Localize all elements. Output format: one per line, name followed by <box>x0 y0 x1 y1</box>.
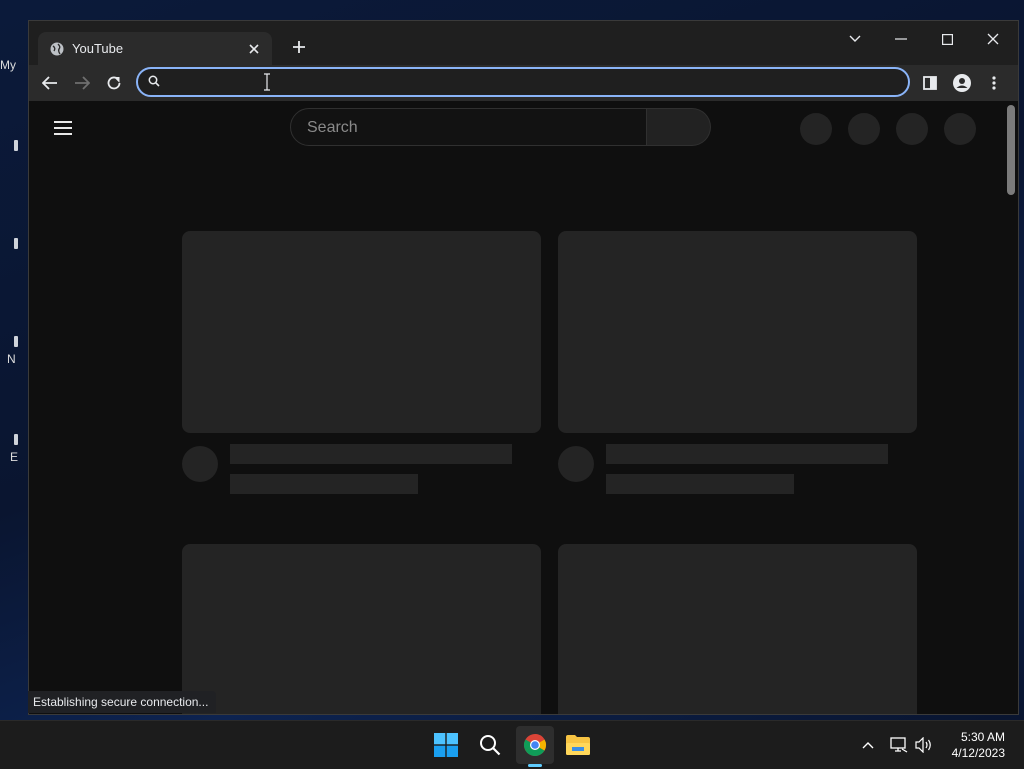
hamburger-menu-icon[interactable] <box>54 121 74 137</box>
chevron-up-icon <box>862 742 874 749</box>
system-clock[interactable]: 5:30 AM 4/12/2023 <box>952 729 1005 761</box>
plus-icon <box>293 41 305 53</box>
network-icon[interactable] <box>889 735 909 755</box>
reload-icon <box>107 76 121 90</box>
show-hidden-icons-button[interactable] <box>858 735 878 755</box>
search-icon <box>148 75 160 87</box>
network-icon-glyph <box>890 737 908 753</box>
scrollbar-thumb[interactable] <box>1007 105 1015 195</box>
close-icon <box>249 44 259 54</box>
folder-icon <box>566 735 590 755</box>
side-panel-button[interactable] <box>917 70 943 96</box>
title-bar: YouTube <box>29 21 1018 66</box>
desktop-icon-label[interactable]: E <box>10 450 18 464</box>
active-app-indicator <box>528 764 542 767</box>
taskbar-file-explorer-button[interactable] <box>559 726 597 764</box>
chevron-down-icon <box>849 35 861 42</box>
desktop-icon-label[interactable]: My <box>0 58 16 72</box>
minimize-icon <box>895 38 907 40</box>
video-title-placeholder[interactable] <box>606 444 888 464</box>
video-meta-placeholder <box>606 474 794 494</box>
browser-window: YouTube <box>28 20 1019 715</box>
maximize-button[interactable] <box>929 25 965 53</box>
globe-icon <box>50 42 64 56</box>
clock-time: 5:30 AM <box>960 730 1005 744</box>
profile-button[interactable] <box>949 70 975 96</box>
header-icon-placeholder[interactable] <box>800 113 832 145</box>
desktop-icon-label[interactable]: N <box>7 352 16 366</box>
desktop-icon[interactable] <box>14 238 18 249</box>
youtube-search-box[interactable] <box>290 108 647 146</box>
video-meta-placeholder <box>230 474 418 494</box>
tab-search-button[interactable] <box>837 25 873 53</box>
header-icon-placeholder[interactable] <box>848 113 880 145</box>
close-tab-button[interactable] <box>244 39 264 59</box>
chrome-icon <box>524 734 546 756</box>
video-thumbnail-placeholder[interactable] <box>182 544 541 714</box>
youtube-page <box>29 101 1018 714</box>
close-window-button[interactable] <box>975 25 1011 53</box>
desktop-icon[interactable] <box>14 140 18 151</box>
close-icon <box>987 33 999 45</box>
clock-date: 4/12/2023 <box>951 746 1005 760</box>
forward-button[interactable] <box>69 70 95 96</box>
profile-icon <box>953 74 971 92</box>
reload-button[interactable] <box>101 70 127 96</box>
status-bubble: Establishing secure connection... <box>28 691 217 713</box>
maximize-icon <box>941 33 953 45</box>
video-title-placeholder[interactable] <box>230 444 512 464</box>
search-icon <box>480 735 501 756</box>
browser-toolbar <box>29 65 1018 101</box>
taskbar-search-button[interactable] <box>471 726 509 764</box>
taskbar: 5:30 AM 4/12/2023 <box>0 720 1024 769</box>
address-bar[interactable] <box>136 67 910 97</box>
taskbar-chrome-button[interactable] <box>516 726 554 764</box>
video-thumbnail-placeholder[interactable] <box>182 231 541 433</box>
header-icon-placeholder[interactable] <box>896 113 928 145</box>
header-icon-placeholder[interactable] <box>944 113 976 145</box>
text-cursor-icon <box>264 73 270 91</box>
channel-avatar-placeholder[interactable] <box>558 446 594 482</box>
video-thumbnail-placeholder[interactable] <box>558 544 917 714</box>
youtube-search-input[interactable] <box>305 118 629 138</box>
minimize-button[interactable] <box>883 25 919 53</box>
youtube-search-button[interactable] <box>647 108 711 146</box>
address-input[interactable] <box>170 72 874 94</box>
tab-title: YouTube <box>72 41 124 56</box>
speaker-icon <box>915 737 931 753</box>
desktop-icon[interactable] <box>14 336 18 347</box>
tab-youtube[interactable]: YouTube <box>38 32 272 66</box>
volume-icon[interactable] <box>914 735 934 755</box>
kebab-menu-icon <box>992 76 996 90</box>
arrow-right-icon <box>75 76 90 90</box>
video-thumbnail-placeholder[interactable] <box>558 231 917 433</box>
desktop-icon[interactable] <box>14 434 18 445</box>
side-panel-icon <box>923 76 937 90</box>
menu-button[interactable] <box>981 70 1007 96</box>
arrow-left-icon <box>42 76 57 90</box>
new-tab-button[interactable] <box>287 35 311 59</box>
back-button[interactable] <box>37 70 63 96</box>
windows-logo-icon <box>434 733 458 757</box>
start-button[interactable] <box>427 726 465 764</box>
channel-avatar-placeholder[interactable] <box>182 446 218 482</box>
